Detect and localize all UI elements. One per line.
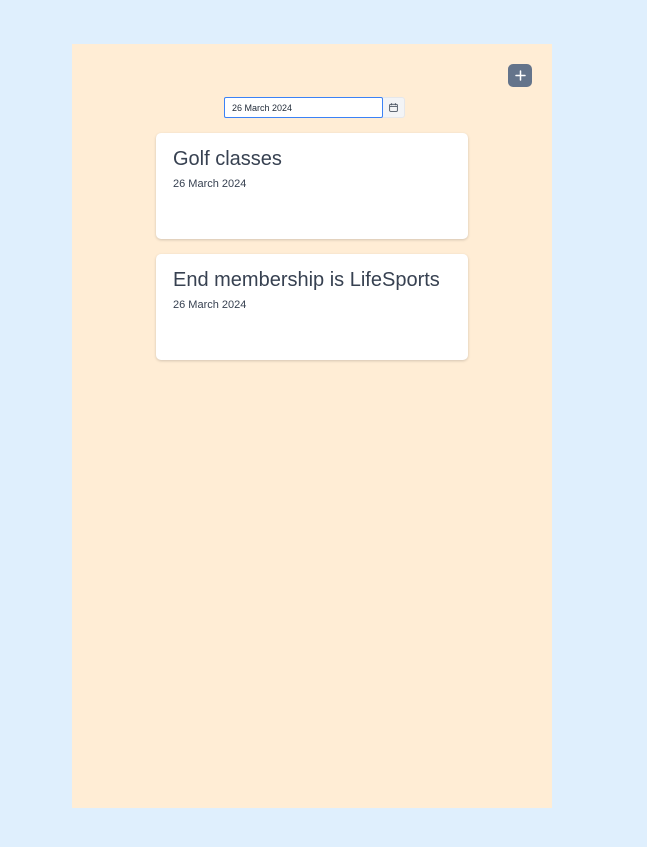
date-input[interactable] [224,97,383,118]
calendar-button[interactable] [383,97,405,118]
plus-icon [514,70,526,81]
calendar-icon [389,103,398,112]
task-title: Golf classes [173,148,282,170]
task-card[interactable]: Golf classes 26 March 2024 [156,133,468,239]
task-title: End membership is LifeSports [173,269,440,291]
add-task-button[interactable] [508,64,532,87]
task-date: 26 March 2024 [173,178,247,190]
task-date: 26 March 2024 [173,299,247,311]
task-panel: Golf classes 26 March 2024 End membershi… [72,44,552,808]
task-card[interactable]: End membership is LifeSports 26 March 20… [156,254,468,360]
date-picker [224,97,405,118]
